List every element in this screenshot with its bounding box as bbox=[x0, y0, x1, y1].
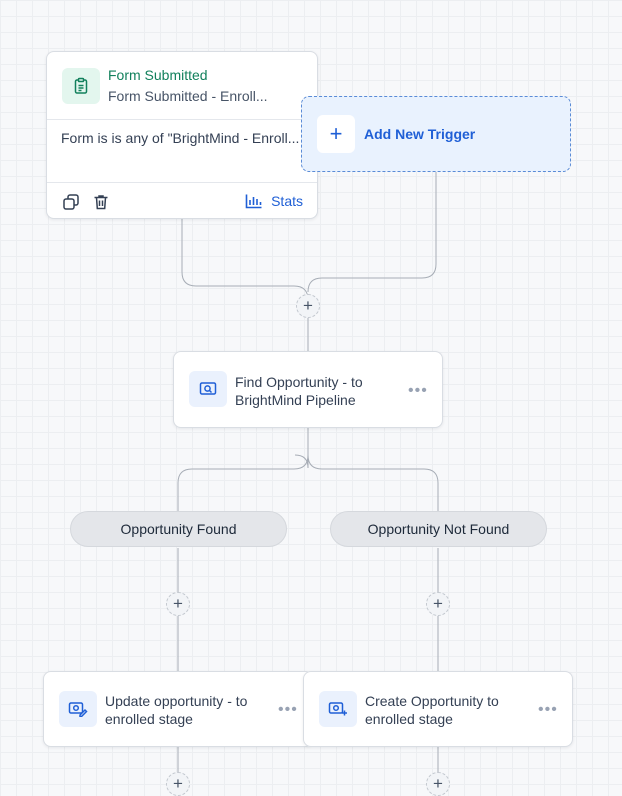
add-trigger-label: Add New Trigger bbox=[364, 126, 476, 142]
trigger-title: Form Submitted bbox=[108, 67, 208, 83]
update-opportunity-card[interactable]: Update opportunity - to enrolled stage •… bbox=[43, 671, 313, 747]
stats-label: Stats bbox=[271, 193, 303, 209]
more-options-button[interactable]: ••• bbox=[278, 702, 298, 718]
find-opportunity-card[interactable]: Find Opportunity - to BrightMind Pipelin… bbox=[173, 351, 443, 428]
copy-icon[interactable] bbox=[61, 192, 81, 212]
trigger-condition: Form is is any of "BrightMind - Enroll..… bbox=[61, 130, 300, 146]
add-step-button[interactable]: + bbox=[166, 592, 190, 616]
branch-opportunity-not-found[interactable]: Opportunity Not Found bbox=[330, 511, 547, 547]
clipboard-icon bbox=[62, 68, 100, 104]
divider bbox=[47, 119, 317, 120]
divider bbox=[47, 182, 317, 183]
add-step-button[interactable]: + bbox=[166, 772, 190, 796]
add-step-button[interactable]: + bbox=[296, 294, 320, 318]
create-opportunity-card[interactable]: Create Opportunity to enrolled stage ••• bbox=[303, 671, 573, 747]
add-step-button[interactable]: + bbox=[426, 772, 450, 796]
search-opportunity-icon bbox=[189, 371, 227, 407]
trigger-card[interactable]: Form Submitted Form Submitted - Enroll..… bbox=[46, 51, 318, 219]
trash-icon[interactable] bbox=[91, 192, 111, 212]
update-opportunity-label: Update opportunity - to enrolled stage bbox=[105, 693, 248, 727]
find-opportunity-label: Find Opportunity - to BrightMind Pipelin… bbox=[235, 374, 363, 408]
add-step-button[interactable]: + bbox=[426, 592, 450, 616]
create-opportunity-label: Create Opportunity to enrolled stage bbox=[365, 693, 499, 727]
stats-button[interactable]: Stats bbox=[245, 193, 303, 209]
more-options-button[interactable]: ••• bbox=[538, 702, 558, 718]
branch-opportunity-found[interactable]: Opportunity Found bbox=[70, 511, 287, 547]
trigger-subtitle: Form Submitted - Enroll... bbox=[108, 88, 268, 104]
more-options-button[interactable]: ••• bbox=[408, 383, 428, 399]
add-new-trigger-button[interactable]: + Add New Trigger bbox=[301, 96, 571, 172]
plus-icon: + bbox=[317, 115, 355, 153]
add-opportunity-icon bbox=[319, 691, 357, 727]
edit-opportunity-icon bbox=[59, 691, 97, 727]
bar-chart-icon bbox=[245, 194, 262, 209]
